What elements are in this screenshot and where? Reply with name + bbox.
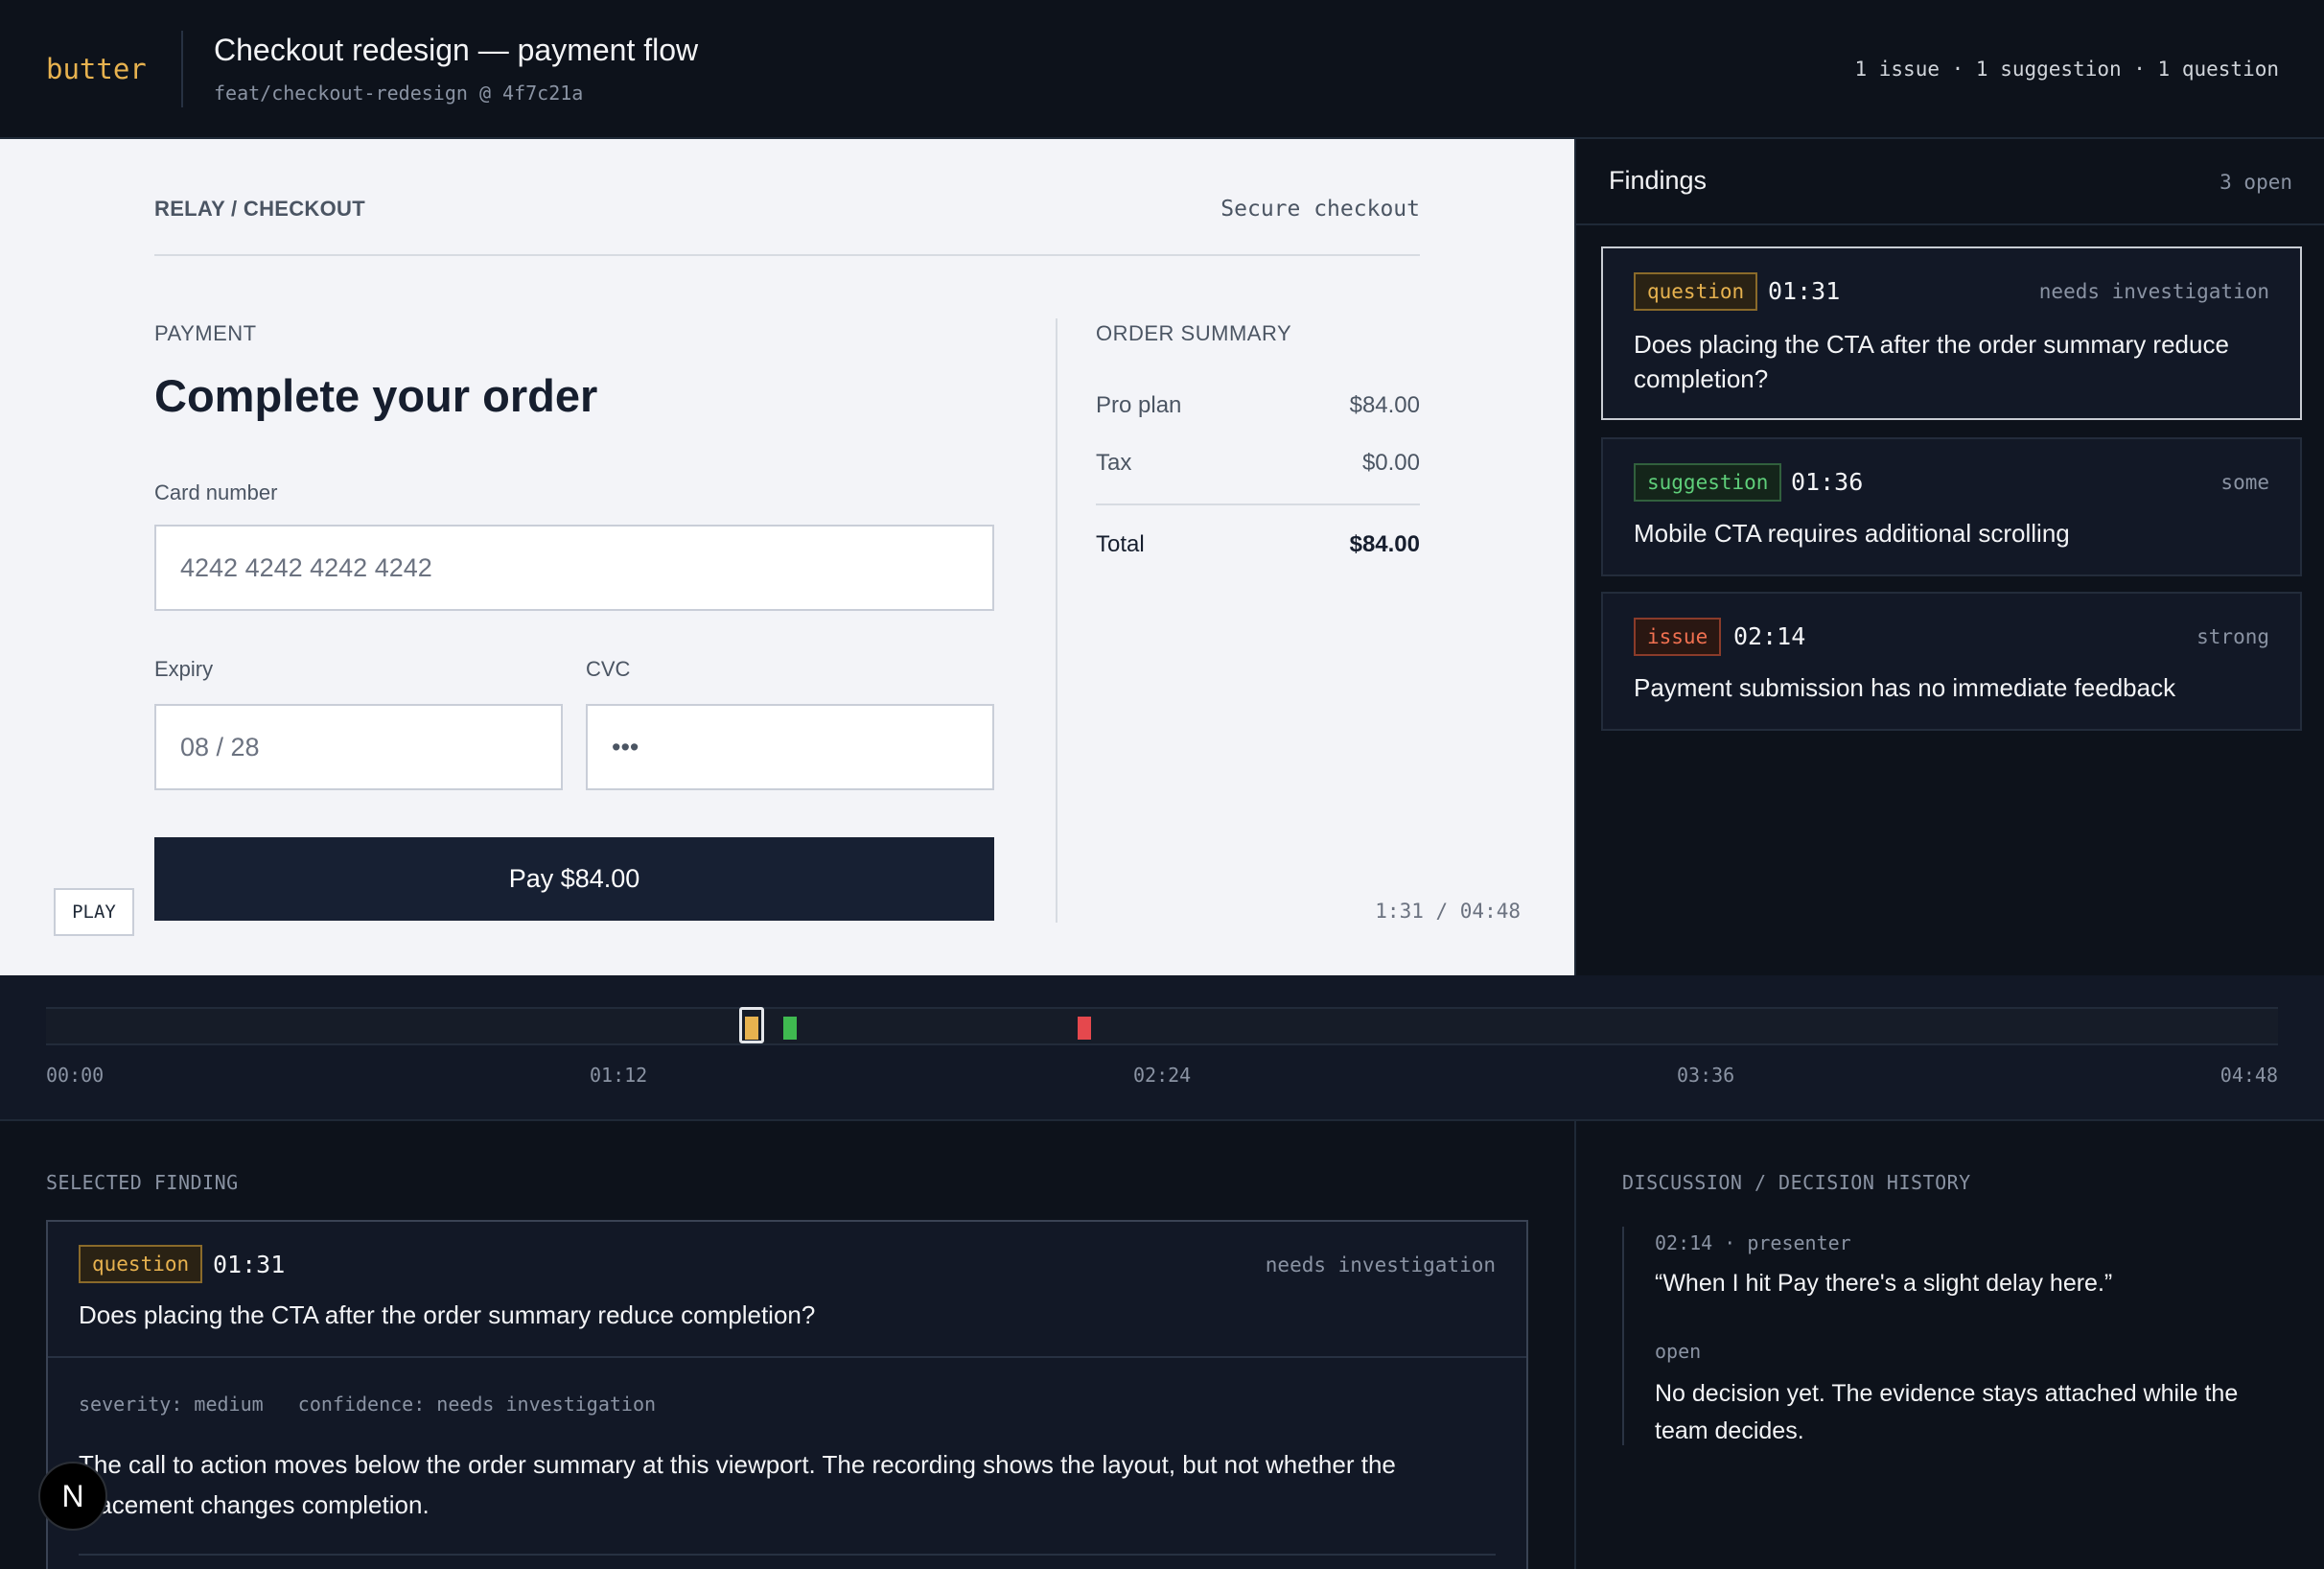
finding-time: 01:31 xyxy=(1768,277,1841,305)
finding-card[interactable]: suggestion 01:36 some Mobile CTA require… xyxy=(1601,437,2302,576)
header-divider xyxy=(181,31,183,107)
summary-row: Pro plan $84.00 xyxy=(1096,392,1420,419)
findings-open-count: 3 open xyxy=(2219,171,2292,194)
finding-text: Payment submission has no immediate feed… xyxy=(1634,673,2176,702)
findings-title: Findings xyxy=(1609,166,1708,195)
detail-section: SELECTED FINDING question 01:31 needs in… xyxy=(0,1121,2324,1569)
summary-row-label: Tax xyxy=(1096,450,1132,476)
findings-divider xyxy=(1576,223,2324,225)
timeline-tick-label: 04:48 xyxy=(2219,1064,2278,1087)
discussion-label: DISCUSSION / DECISION HISTORY xyxy=(1622,1171,1971,1194)
selected-finding-label: SELECTED FINDING xyxy=(46,1171,239,1194)
selected-finding-title: Does placing the CTA after the order sum… xyxy=(79,1300,816,1329)
discussion-entry-text: “When I hit Pay there's a slight delay h… xyxy=(1655,1270,2113,1297)
logo[interactable]: butter xyxy=(46,53,147,85)
card-number-label: Card number xyxy=(154,480,278,504)
card-number-input[interactable]: 4242 4242 4242 4242 xyxy=(154,525,994,611)
timeline-tick-label: 02:24 xyxy=(1133,1064,1192,1087)
play-button[interactable]: PLAY xyxy=(54,888,134,936)
discussion-entry-text: No decision yet. The evidence stays atta… xyxy=(1655,1380,2239,1444)
summary-row: Tax $0.00 xyxy=(1096,450,1420,477)
card-number-placeholder: 4242 4242 4242 4242 xyxy=(180,552,432,582)
summary-row-label: Pro plan xyxy=(1096,392,1182,418)
finding-time: 02:14 xyxy=(1733,622,1806,650)
detail-divider xyxy=(1574,1121,1576,1569)
cvc-value: ••• xyxy=(612,732,639,761)
payment-section-label: PAYMENT xyxy=(154,321,257,345)
timeline-tick-label: 03:36 xyxy=(1677,1064,1735,1087)
selected-finding-card: question 01:31 needs investigation Does … xyxy=(46,1220,1528,1569)
summary-total-divider xyxy=(1096,503,1420,505)
pay-button[interactable]: Pay $84.00 xyxy=(154,837,994,921)
finding-confidence: needs investigation xyxy=(2038,280,2269,303)
preview-breadcrumb: RELAY / CHECKOUT xyxy=(154,197,365,221)
finding-type-badge: suggestion xyxy=(1634,463,1782,502)
finding-text: Mobile CTA requires additional scrolling xyxy=(1634,519,2070,548)
finding-type-badge: issue xyxy=(1634,618,1722,656)
finding-card[interactable]: question 01:31 needs investigation Does … xyxy=(1601,246,2302,420)
selected-finding-bottom-divider xyxy=(79,1554,1496,1556)
summary-divider xyxy=(1056,318,1057,923)
total-amount: $84.00 xyxy=(1349,531,1420,557)
selected-finding-divider xyxy=(48,1356,1526,1358)
expiry-label: Expiry xyxy=(154,657,214,681)
expiry-input[interactable]: 08 / 28 xyxy=(154,704,563,790)
top-bar: butter Checkout redesign — payment flow … xyxy=(0,0,2324,139)
secure-checkout-label: Secure checkout xyxy=(1220,197,1420,222)
selected-finding-meta: severity: medium confidence: needs inves… xyxy=(79,1393,657,1416)
timeline: 00:00 01:12 02:24 03:36 04:48 xyxy=(0,975,2324,1121)
preview-divider xyxy=(154,254,1420,256)
findings-panel: Findings 3 open question 01:31 needs inv… xyxy=(1574,139,2324,975)
checkout-heading: Complete your order xyxy=(154,370,598,421)
n-logo-badge[interactable]: N xyxy=(38,1462,107,1531)
expiry-placeholder: 08 / 28 xyxy=(180,732,260,761)
timeline-marker-issue[interactable] xyxy=(1078,1017,1092,1040)
timeline-track[interactable] xyxy=(46,1007,2278,1045)
finding-text: Does placing the CTA after the order sum… xyxy=(1634,330,2229,393)
discussion-entry-meta: open xyxy=(1655,1340,1702,1363)
playback-time: 1:31 / 04:48 xyxy=(1375,900,1521,923)
finding-confidence: strong xyxy=(2196,625,2269,648)
finding-counts: 1 issue · 1 suggestion · 1 question xyxy=(1854,58,2279,81)
selected-finding-confidence: needs investigation xyxy=(1265,1253,1496,1276)
timeline-marker-question[interactable] xyxy=(744,1017,758,1040)
selected-finding-type-badge: question xyxy=(79,1245,203,1283)
finding-type-badge: question xyxy=(1634,272,1758,311)
branch-commit: feat/checkout-redesign @ 4f7c21a xyxy=(214,82,584,105)
timeline-tick-label: 01:12 xyxy=(590,1064,648,1087)
finding-time: 01:36 xyxy=(1791,468,1864,496)
discussion-thread-line xyxy=(1622,1227,1624,1445)
timeline-tick-label: 00:00 xyxy=(46,1064,105,1087)
finding-card[interactable]: issue 02:14 strong Payment submission ha… xyxy=(1601,592,2302,731)
timeline-marker-suggestion[interactable] xyxy=(783,1017,797,1040)
summary-row-amount: $84.00 xyxy=(1349,392,1420,418)
finding-confidence: some xyxy=(2220,471,2269,494)
cvc-label: CVC xyxy=(586,657,631,681)
page-title: Checkout redesign — payment flow xyxy=(214,33,699,67)
total-label: Total xyxy=(1096,531,1145,557)
summary-row-amount: $0.00 xyxy=(1361,450,1420,476)
cvc-input[interactable]: ••• xyxy=(586,704,994,790)
selected-finding-time: 01:31 xyxy=(213,1251,286,1278)
selected-finding-body: The call to action moves below the order… xyxy=(79,1450,1396,1519)
recording-preview: RELAY / CHECKOUT Secure checkout PAYMENT… xyxy=(0,139,1574,975)
discussion-entry-meta: 02:14 · presenter xyxy=(1655,1231,1851,1254)
order-summary-label: ORDER SUMMARY xyxy=(1096,321,1292,345)
summary-total-row: Total $84.00 xyxy=(1096,531,1420,558)
